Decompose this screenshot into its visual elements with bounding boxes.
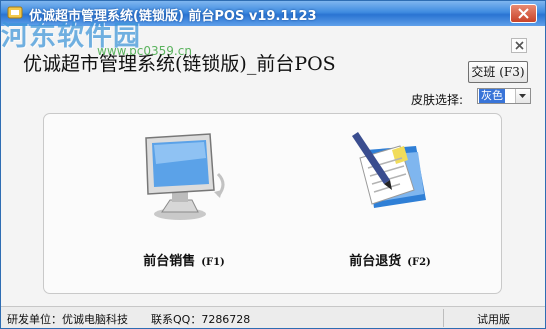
front-sales-tile[interactable]: 前台销售 (F1) — [94, 114, 274, 293]
panel-close-button[interactable] — [511, 38, 527, 53]
chevron-down-icon — [519, 94, 526, 98]
front-sales-shortcut: (F1) — [201, 257, 225, 268]
developer-info: 研发单位：优诚电脑科技 — [7, 313, 128, 326]
close-icon — [518, 8, 529, 19]
document-pen-icon — [352, 132, 426, 208]
monitor-icon — [145, 133, 225, 220]
contact-qq: 联系QQ：7286728 — [151, 313, 251, 326]
shift-handover-button[interactable]: 交班 (F3) — [468, 61, 528, 83]
skin-select[interactable]: 灰色 — [477, 88, 531, 104]
function-panel: 前台销售 (F1) 前台退货 (F2) — [43, 113, 502, 294]
window-close-button[interactable] — [510, 4, 537, 23]
status-bar: 研发单位：优诚电脑科技 联系QQ：7286728 试用版 — [1, 306, 545, 328]
front-sales-text: 前台销售 — [143, 254, 196, 269]
page-title: 优诚超市管理系统(链锁版)_前台POS — [23, 53, 336, 75]
close-icon — [515, 41, 524, 50]
status-divider — [443, 309, 444, 327]
main-content: 河东软件园 www.pc0359.cn 优诚超市管理系统(链锁版)_前台POS … — [1, 21, 545, 306]
version-badge: 试用版 — [477, 313, 510, 326]
front-return-shortcut: (F2) — [407, 257, 431, 268]
skin-select-value: 灰色 — [479, 89, 505, 103]
skin-label: 皮肤选择: — [411, 93, 464, 107]
app-window: 优诚超市管理系统(链锁版) 前台POS v19.1123 河东软件园 www.p… — [0, 0, 546, 329]
front-return-label: 前台退货 (F2) — [300, 250, 480, 269]
front-return-tile[interactable]: 前台退货 (F2) — [300, 114, 480, 293]
front-return-text: 前台退货 — [349, 254, 402, 269]
front-sales-label: 前台销售 (F1) — [94, 250, 274, 269]
dropdown-arrow[interactable] — [515, 89, 530, 103]
